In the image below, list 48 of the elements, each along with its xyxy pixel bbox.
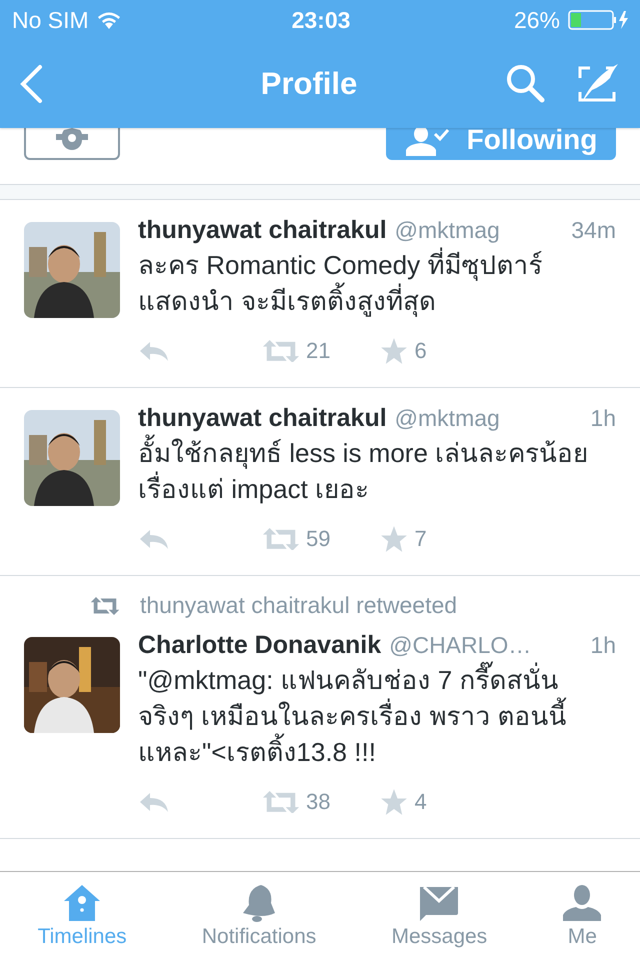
following-button[interactable]: Following [386, 128, 616, 160]
author-handle: @mktmag [394, 405, 501, 432]
retweet-icon [262, 790, 300, 814]
birdhouse-icon [62, 883, 102, 923]
retweet-button[interactable]: 59 [262, 526, 330, 552]
tweet-text: ละคร Romantic Comedy ที่มีซุปตาร์แสดงนำ จะมีเรตติ้งสูงที่สุด [138, 247, 616, 319]
favorite-button[interactable]: 6 [380, 337, 427, 365]
retweet-button[interactable]: 21 [262, 338, 330, 364]
reply-button[interactable] [138, 340, 170, 362]
tab-bar-item[interactable]: Notifications [198, 883, 320, 949]
reply-button[interactable] [138, 528, 170, 550]
person-icon [562, 883, 602, 923]
carrier-label: No SIM [12, 6, 89, 34]
tab-bar-item[interactable]: Timelines [34, 883, 131, 949]
gear-icon [54, 128, 90, 150]
person-check-icon [404, 128, 449, 156]
reply-button[interactable] [138, 791, 170, 813]
wifi-icon [96, 11, 121, 29]
reply-icon [138, 528, 170, 550]
author-handle: @mktmag [394, 217, 501, 244]
star-icon [380, 788, 408, 816]
battery-percent: 26% [514, 6, 560, 34]
battery-icon [568, 10, 630, 30]
retweet-note: thunyawat chaitrakul retweeted [140, 592, 458, 619]
tweet-time: 34m [571, 217, 616, 244]
status-time: 23:03 [292, 6, 350, 34]
star-icon [380, 337, 408, 365]
tweet-time: 1h [590, 405, 616, 432]
tab-bar-item[interactable]: Messages [387, 883, 492, 949]
author-name: thunyawat chaitrakul [138, 216, 387, 245]
tweet-time: 1h [590, 632, 616, 659]
star-icon [380, 525, 408, 553]
author-name: Charlotte Donavanik [138, 631, 382, 660]
author-name: thunyawat chaitrakul [138, 404, 387, 433]
tweet-text: "@mktmag: แฟนคลับช่อง 7 กรี๊ดสนั่นจริงๆ เหมือนในละครเรื่อง พราว ตอนนี้แหละ"<เรตติ้ง13.8 !!! [138, 662, 616, 770]
favorite-button[interactable]: 4 [380, 788, 427, 816]
tweet-text: อั้มใช้กลยุทธ์ less is more เล่นละครน้อยเรื่องแต่ impact เยอะ [138, 435, 616, 507]
back-button[interactable] [18, 64, 44, 104]
tab-bar-item[interactable]: Me [558, 883, 606, 949]
reply-icon [138, 791, 170, 813]
author-handle: @CHARLO… [389, 632, 532, 659]
retweet-icon [262, 340, 300, 362]
screen-title: Profile [260, 66, 358, 102]
retweet-icon [90, 596, 120, 614]
reply-icon [138, 340, 170, 362]
retweet-button[interactable]: 38 [262, 789, 330, 815]
favorite-button[interactable]: 7 [380, 525, 427, 553]
retweet-icon [262, 528, 300, 550]
